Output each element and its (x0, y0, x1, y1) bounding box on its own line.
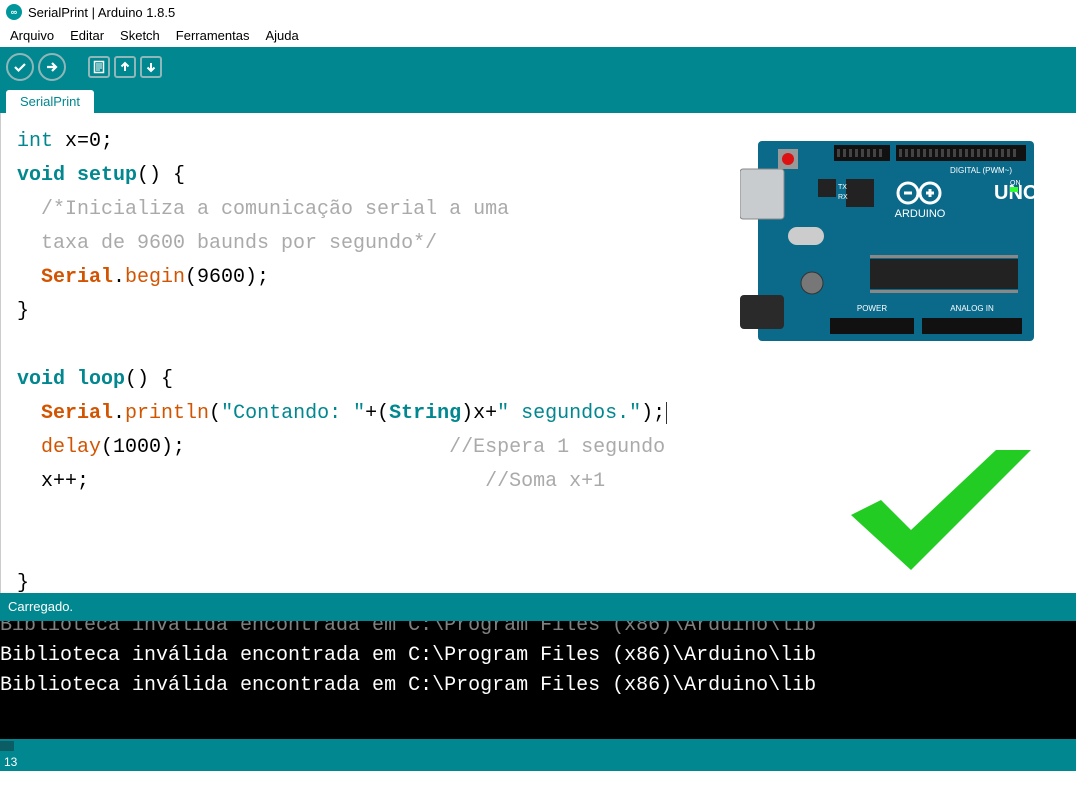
upload-button[interactable] (38, 53, 66, 81)
check-icon (13, 60, 27, 74)
status-text: Carregado. (8, 599, 73, 614)
class: String (389, 402, 461, 425)
menu-sketch[interactable]: Sketch (114, 26, 166, 45)
method: println (125, 402, 209, 425)
window-titlebar: ∞ SerialPrint | Arduino 1.8.5 (0, 0, 1076, 24)
code-text: x++; (17, 470, 89, 493)
horizontal-scrollbar[interactable] (0, 739, 1076, 753)
arduino-board-illustration: ARDUINO UNO DIGITAL (PWM~) POWER ANALOG … (740, 135, 1040, 350)
svg-text:ARDUINO: ARDUINO (895, 208, 946, 220)
status-bar: Carregado. (0, 593, 1076, 621)
code-text: () { (137, 164, 185, 187)
window-title: SerialPrint | Arduino 1.8.5 (28, 5, 175, 20)
checkmark-overlay-icon (836, 430, 1046, 595)
string: " segundos." (497, 402, 641, 425)
code-text: () { (125, 368, 173, 391)
menu-arquivo[interactable]: Arquivo (4, 26, 60, 45)
tab-serialprint[interactable]: SerialPrint (6, 90, 94, 113)
line-number-indicator: 13 (4, 755, 17, 769)
console-line: Biblioteca inválida encontrada em C:\Pro… (0, 671, 1076, 701)
keyword: void (17, 368, 65, 391)
menu-editar[interactable]: Editar (64, 26, 110, 45)
verify-button[interactable] (6, 53, 34, 81)
function-name: setup (65, 164, 137, 187)
svg-text:DIGITAL (PWM~): DIGITAL (PWM~) (950, 166, 1012, 175)
scrollbar-thumb[interactable] (0, 741, 14, 751)
arrow-down-icon (145, 61, 157, 73)
tabbar: SerialPrint (0, 87, 1076, 113)
code-text: ( (209, 402, 221, 425)
menu-ferramentas[interactable]: Ferramentas (170, 26, 256, 45)
code-text: (9600); (185, 266, 269, 289)
code-text: . (113, 402, 125, 425)
code-text: +( (365, 402, 389, 425)
menubar: Arquivo Editar Sketch Ferramentas Ajuda (0, 24, 1076, 47)
svg-text:ANALOG IN: ANALOG IN (950, 304, 994, 313)
code-text: } (17, 300, 29, 323)
comment: //Soma x+1 (89, 470, 605, 493)
toolbar (0, 47, 1076, 87)
code-text: } (17, 572, 29, 593)
function-name: loop (65, 368, 125, 391)
save-button[interactable] (140, 56, 162, 78)
code-text: ); (641, 402, 665, 425)
arduino-app-icon: ∞ (6, 4, 22, 20)
string: "Contando: " (221, 402, 365, 425)
comment: //Espera 1 segundo (185, 436, 665, 459)
code-text: x=0; (53, 130, 113, 153)
svg-text:TX: TX (838, 184, 847, 191)
comment: /*Inicializa a comunicação serial a uma (17, 198, 509, 221)
object: Serial (17, 266, 113, 289)
footer-bar: 13 (0, 753, 1076, 771)
keyword: void (17, 164, 65, 187)
svg-text:ON: ON (1010, 180, 1021, 187)
text-cursor (666, 402, 667, 424)
comment: taxa de 9600 baunds por segundo*/ (17, 232, 437, 255)
new-button[interactable] (88, 56, 110, 78)
method: begin (125, 266, 185, 289)
console-output[interactable]: Biblioteca inválida encontrada em C:\Pro… (0, 621, 1076, 739)
file-new-icon (93, 60, 105, 74)
console-line: Biblioteca inválida encontrada em C:\Pro… (0, 641, 1076, 671)
object: Serial (17, 402, 113, 425)
arrow-right-icon (45, 60, 59, 74)
code-text: . (113, 266, 125, 289)
svg-text:RX: RX (838, 194, 848, 201)
arrow-up-icon (119, 61, 131, 73)
svg-text:POWER: POWER (857, 304, 887, 313)
keyword: int (17, 130, 53, 153)
code-text: )x+ (461, 402, 497, 425)
function-call: delay (17, 436, 101, 459)
code-text: (1000); (101, 436, 185, 459)
open-button[interactable] (114, 56, 136, 78)
menu-ajuda[interactable]: Ajuda (260, 26, 305, 45)
console-line: Biblioteca inválida encontrada em C:\Pro… (0, 621, 1076, 641)
